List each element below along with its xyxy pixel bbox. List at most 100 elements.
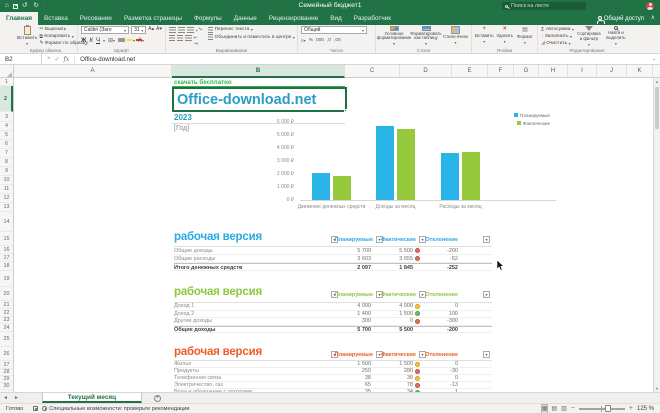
row-header-7[interactable]: 7 bbox=[0, 149, 13, 158]
shrink-font-button[interactable]: A▾ bbox=[156, 26, 162, 34]
ribbon-tab-Главная[interactable]: Главная bbox=[0, 12, 38, 25]
column-header-J[interactable]: J bbox=[597, 65, 627, 78]
row-label-cell[interactable]: Общие доходы bbox=[174, 327, 215, 335]
deviation-cell[interactable]: -200 bbox=[398, 247, 458, 255]
row-header-27[interactable]: 27 bbox=[0, 361, 13, 369]
scroll-down-icon[interactable]: ▼ bbox=[654, 385, 660, 392]
zoom-slider[interactable] bbox=[578, 405, 625, 412]
deviation-cell[interactable]: 100 bbox=[398, 311, 458, 319]
cell-styles-button[interactable]: Стили ячеек ▾ bbox=[443, 26, 468, 47]
row-header-21[interactable]: 21 bbox=[0, 301, 13, 309]
row-label-cell[interactable]: Доход 2 bbox=[174, 311, 194, 319]
align-top-icon[interactable] bbox=[169, 27, 176, 33]
filter-button[interactable]: ▾ bbox=[483, 291, 490, 298]
ribbon-tab-Вид[interactable]: Вид bbox=[324, 12, 348, 25]
deviation-cell[interactable]: -252 bbox=[398, 264, 458, 272]
name-box[interactable]: B2 bbox=[0, 53, 42, 65]
deviation-cell[interactable]: 0 bbox=[398, 375, 458, 382]
column-header-E[interactable]: E bbox=[452, 65, 488, 78]
formula-input[interactable]: Office-download.net bbox=[75, 56, 648, 63]
row-header-22[interactable]: 22 bbox=[0, 309, 13, 317]
filter-button[interactable]: ▾ bbox=[483, 351, 490, 358]
grow-font-button[interactable]: A▴ bbox=[148, 26, 154, 34]
borders-button[interactable]: ⊞▾ bbox=[108, 37, 115, 44]
sheet-canvas[interactable]: скачать бесплатно Office-download.net 20… bbox=[14, 78, 653, 392]
deviation-cell[interactable]: -30 bbox=[398, 368, 458, 375]
orientation-icon[interactable]: ⤢▾ bbox=[196, 27, 202, 33]
format-cells-button[interactable]: ▤ Формат ▾ bbox=[516, 26, 534, 47]
column-header-D[interactable]: D bbox=[400, 65, 452, 78]
ribbon-tab-Разработчик[interactable]: Разработчик bbox=[348, 12, 397, 25]
sort-filter-button[interactable]: Сортировка и фильтр ▾ bbox=[576, 26, 602, 47]
accessibility-status[interactable]: Специальные возможности: проверьте реком… bbox=[42, 406, 190, 412]
row-header-28[interactable]: 28 bbox=[0, 369, 13, 376]
zoom-slider-handle[interactable] bbox=[604, 405, 611, 412]
deviation-cell[interactable]: -52 bbox=[398, 255, 458, 263]
selected-cell-b2[interactable]: Office-download.net bbox=[172, 87, 347, 112]
font-size-combo[interactable]: 31 ▾ bbox=[131, 26, 147, 34]
macro-record-icon[interactable] bbox=[33, 406, 39, 411]
row-header-17[interactable]: 17 bbox=[0, 254, 13, 262]
fill-color-button[interactable]: ▾ bbox=[118, 37, 135, 44]
search-box[interactable]: Поиск на листе bbox=[502, 2, 586, 10]
row-label-cell[interactable]: Общие доходы bbox=[174, 247, 213, 255]
merge-center-button[interactable]: Объединить и поместить в центре ▾ bbox=[208, 34, 295, 42]
ribbon-tab-Рецензирование[interactable]: Рецензирование bbox=[263, 12, 324, 25]
vertical-scrollbar[interactable]: ▲ ▼ bbox=[653, 78, 660, 392]
row-header-12[interactable]: 12 bbox=[0, 194, 13, 203]
bold-button[interactable]: Ж bbox=[81, 38, 86, 44]
deviation-cell[interactable]: 0 bbox=[398, 303, 458, 311]
select-all-corner[interactable] bbox=[0, 65, 14, 78]
row-header-4[interactable]: 4 bbox=[0, 122, 13, 131]
zoom-in-button[interactable]: + bbox=[629, 405, 633, 413]
ribbon-tab-Вставка[interactable]: Вставка bbox=[38, 12, 74, 25]
clear-button[interactable]: ◢ Очистить ▾ bbox=[541, 40, 574, 47]
row-label-cell[interactable]: Доход 1 bbox=[174, 303, 194, 311]
normal-view-button[interactable]: ▦ bbox=[540, 403, 549, 413]
column-header-A[interactable]: A bbox=[14, 65, 172, 78]
increase-decimal-button[interactable]: ,0 bbox=[327, 38, 331, 43]
column-header-K[interactable]: K bbox=[627, 65, 653, 78]
scroll-up-icon[interactable]: ▲ bbox=[654, 78, 660, 85]
row-header-14[interactable]: 14 bbox=[0, 212, 13, 232]
row-header-11[interactable]: 11 bbox=[0, 185, 13, 194]
number-format-combo[interactable]: Общий ▾ bbox=[301, 26, 367, 34]
fill-button[interactable]: ↓ Заполнить ▾ bbox=[541, 33, 574, 40]
format-as-table-button[interactable]: Форматировать как таблицу ▾ bbox=[410, 26, 442, 47]
insert-cells-button[interactable]: + Вставить ▾ bbox=[475, 26, 494, 47]
row-header-9[interactable]: 9 bbox=[0, 167, 13, 176]
row-label-cell[interactable]: Жилье bbox=[174, 361, 191, 368]
column-header-F[interactable]: F bbox=[488, 65, 514, 78]
scrollbar-thumb[interactable] bbox=[655, 87, 659, 129]
promo-cell[interactable]: скачать бесплатно bbox=[174, 79, 232, 86]
next-sheet-icon[interactable]: ► bbox=[11, 393, 22, 403]
column-header-C[interactable]: C bbox=[345, 65, 400, 78]
deviation-cell[interactable]: -300 bbox=[398, 318, 458, 326]
find-select-button[interactable]: Найти и выделить ▾ bbox=[604, 26, 628, 47]
insert-function-icon[interactable]: fx bbox=[64, 56, 70, 63]
percent-format-button[interactable]: % bbox=[309, 38, 313, 43]
paste-button[interactable]: Вставить ▾ bbox=[17, 25, 37, 47]
filter-button[interactable]: ▾ bbox=[483, 236, 490, 243]
deviation-cell[interactable]: 0 bbox=[398, 361, 458, 368]
prev-sheet-icon[interactable]: ◄ bbox=[0, 393, 11, 403]
row-header-19[interactable]: 19 bbox=[0, 271, 13, 287]
wrap-text-button[interactable]: Перенос текста ▾ bbox=[208, 26, 295, 34]
budget-chart[interactable]: 6 000 ₽ 5 000 ₽ 4 000 ₽ 3 000 ₽ 2 000 ₽ 1 000… bbox=[258, 110, 562, 216]
year-placeholder-cell[interactable]: [Год] bbox=[174, 125, 189, 132]
indent-icons[interactable]: ⇤ ⇥ bbox=[194, 35, 203, 47]
row-header-25[interactable]: 25 bbox=[0, 332, 13, 347]
expand-formula-bar-icon[interactable]: ⌄ bbox=[648, 56, 660, 62]
row-header-5[interactable]: 5 bbox=[0, 131, 13, 140]
zoom-out-button[interactable]: − bbox=[571, 405, 575, 413]
user-avatar[interactable] bbox=[646, 2, 654, 10]
ribbon-tab-Рисование[interactable]: Рисование bbox=[74, 12, 118, 25]
row-header-10[interactable]: 10 bbox=[0, 176, 13, 185]
row-header-3[interactable]: 3 bbox=[0, 112, 13, 122]
row-header-23[interactable]: 23 bbox=[0, 317, 13, 324]
conditional-formatting-button[interactable]: Условное форматирование ▾ bbox=[377, 26, 411, 47]
sheet-tab-current-month[interactable]: Текущий месяц bbox=[41, 393, 142, 403]
align-bottom-icon[interactable] bbox=[187, 27, 194, 33]
new-sheet-icon[interactable]: + bbox=[153, 394, 161, 402]
row-header-2[interactable]: 2 bbox=[0, 86, 13, 112]
